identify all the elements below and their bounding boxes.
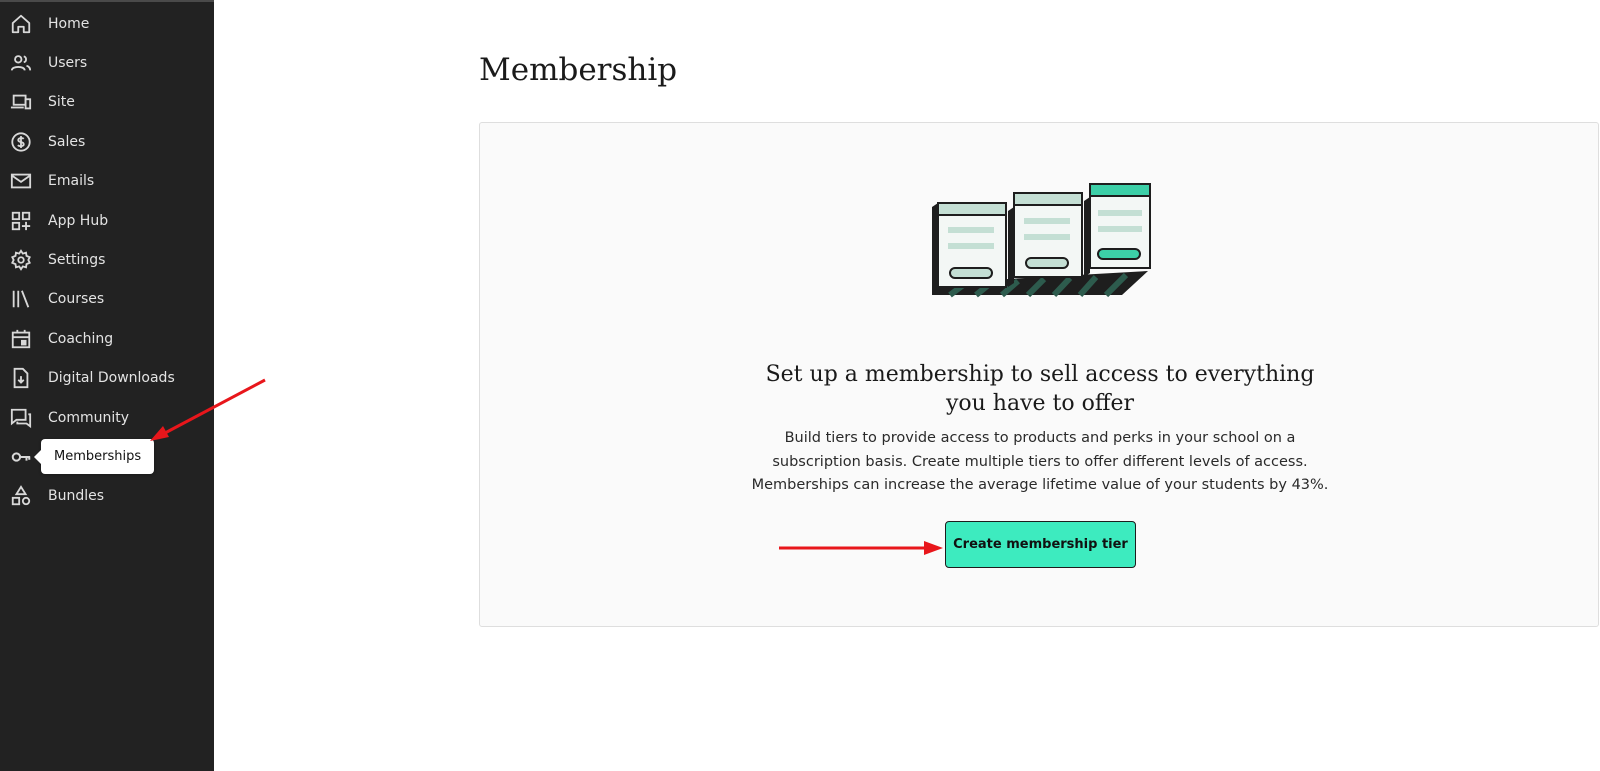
mail-icon [10,170,32,192]
download-file-icon [10,367,32,389]
page: Home Users Site Sales Emails App Hub Set… [0,0,1600,771]
sidebar-item-community[interactable]: Community [0,398,214,437]
sidebar-item-label: Courses [48,291,105,308]
devices-icon [10,91,32,113]
apps-icon [10,210,32,232]
sidebar-item-sales[interactable]: Sales [0,122,214,161]
sidebar-item-label: Emails [48,173,95,190]
sidebar-item-digital-downloads[interactable]: Digital Downloads [0,359,214,398]
sidebar-item-label: App Hub [48,212,109,229]
calendar-icon [10,328,32,350]
dollar-icon [10,131,32,153]
empty-state-headline: Set up a membership to sell access to ev… [765,362,1315,416]
sidebar-item-app-hub[interactable]: App Hub [0,201,214,240]
sidebar-item-label: Users [48,55,88,72]
shapes-icon [10,485,32,507]
empty-state-description: Build tiers to provide access to product… [751,430,1329,493]
sidebar-item-label: Settings [48,252,106,269]
sidebar-item-label: Home [48,15,90,32]
membership-tiers-illustration [932,183,1151,298]
sidebar-item-site[interactable]: Site [0,83,214,122]
sidebar-divider [0,0,214,2]
sidebar-item-home[interactable]: Home [0,4,214,43]
sidebar-item-emails[interactable]: Emails [0,162,214,201]
sidebar-item-settings[interactable]: Settings [0,240,214,279]
library-icon [10,288,32,310]
sidebar-item-label: Sales [48,133,86,150]
sidebar: Home Users Site Sales Emails App Hub Set… [0,0,214,771]
sidebar-item-label: Community [48,409,130,426]
home-icon [10,13,32,35]
gear-icon [10,249,32,271]
key-icon [10,446,32,468]
empty-state-card: Set up a membership to sell access to ev… [479,122,1599,627]
create-membership-tier-button[interactable]: Create membership tier [945,521,1136,568]
users-icon [10,52,32,74]
sidebar-item-coaching[interactable]: Coaching [0,319,214,358]
sidebar-item-courses[interactable]: Courses [0,280,214,319]
sidebar-item-label: Bundles [48,488,105,505]
memberships-tooltip: Memberships [33,439,155,474]
sidebar-item-bundles[interactable]: Bundles [0,477,214,516]
sidebar-item-users[interactable]: Users [0,43,214,82]
sidebar-item-label: Coaching [48,330,114,347]
sidebar-item-label: Site [48,94,75,111]
page-title: Membership [479,52,678,88]
sidebar-item-label: Digital Downloads [48,370,175,387]
chat-icon [10,407,32,429]
